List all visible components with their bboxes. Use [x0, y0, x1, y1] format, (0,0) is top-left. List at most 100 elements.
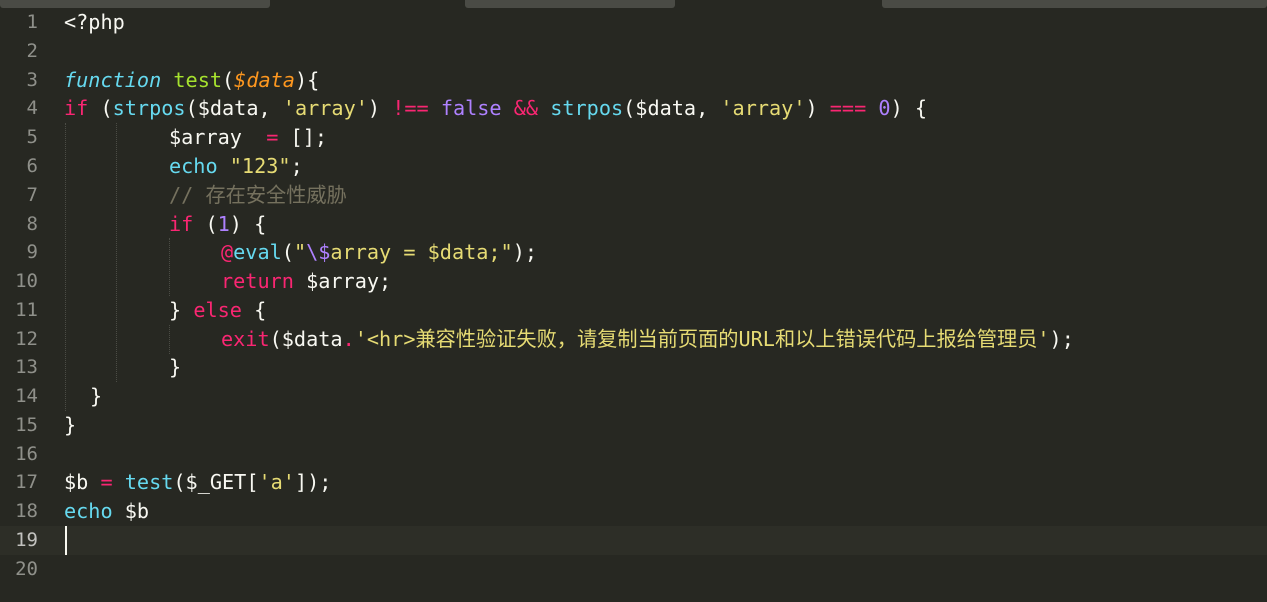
punctuation: ) {	[229, 212, 267, 236]
punctuation: {	[241, 298, 267, 322]
keyword: exit	[221, 327, 270, 351]
code-area[interactable]: <?php function test($data){ if (strpos($…	[64, 8, 1254, 602]
builtin-function: eval	[233, 240, 282, 264]
string: 'a'	[258, 470, 295, 494]
line-number: 13	[15, 356, 38, 378]
punctuation: }	[64, 413, 77, 437]
code-line-12: exit($data.'<hr>兼容性验证失败，请复制当前页面的URL和以上错误…	[221, 325, 1074, 354]
tab-bar	[0, 0, 1267, 8]
storage-keyword: function	[64, 68, 162, 92]
keyword: if	[64, 96, 89, 120]
code-line-11: } else {	[169, 296, 266, 325]
code-line-6: echo "123";	[169, 152, 303, 181]
line-number: 16	[15, 443, 38, 465]
string: 'array'	[282, 96, 368, 120]
code-line-8: if (1) {	[169, 210, 266, 239]
punctuation: ) {	[890, 96, 928, 120]
punctuation: );	[512, 240, 538, 264]
line-number: 14	[15, 385, 38, 407]
punctuation: }	[169, 298, 194, 322]
code-line-15: }	[64, 411, 76, 440]
code-line-7: // 存在安全性威胁	[169, 181, 347, 210]
builtin-function: strpos	[550, 96, 624, 120]
code-line-5: $array = [];	[169, 123, 327, 152]
function-name: test	[173, 68, 223, 92]
line-number: 1	[26, 11, 38, 33]
line-number: 2	[26, 40, 38, 62]
variable: $b	[64, 470, 101, 494]
string: "123"	[229, 154, 291, 178]
number: 0	[878, 96, 891, 120]
punctuation: );	[1049, 327, 1074, 351]
builtin-function: echo	[169, 154, 218, 178]
code-line-10: return $array;	[221, 267, 391, 296]
code-line-14: }	[90, 382, 102, 411]
line-number: 8	[26, 213, 38, 235]
punctuation: ;	[290, 154, 303, 178]
parameter: $data	[234, 68, 295, 92]
string: '<hr>兼容性验证失败，请复制当前页面的URL和以上错误代码上报给管理员'	[354, 327, 1050, 351]
keyword: else	[193, 298, 242, 322]
punctuation: (	[193, 212, 218, 236]
line-number: 6	[26, 155, 38, 177]
line-number: 17	[15, 471, 38, 493]
comment: // 存在安全性威胁	[169, 183, 347, 207]
argument: ($_GET[	[173, 470, 259, 494]
string: "	[293, 240, 307, 264]
operator: &&	[513, 96, 539, 120]
punctuation: ]);	[294, 470, 332, 494]
punctuation: )	[805, 96, 830, 120]
code-line-3: function test($data){	[64, 66, 319, 95]
line-number: 15	[15, 414, 38, 436]
code-line-1: <?php	[64, 8, 125, 37]
operator: .	[342, 327, 355, 351]
builtin-function: echo	[64, 499, 113, 523]
code-line-17: $b = test($_GET['a']);	[64, 468, 331, 497]
line-number: 5	[26, 126, 38, 148]
punctuation: )	[367, 96, 393, 120]
line-number: 18	[15, 500, 38, 522]
line-number: 11	[15, 299, 38, 321]
operator: !==	[392, 96, 429, 120]
escape-sequence: \$	[306, 240, 331, 264]
constant: false	[440, 96, 502, 120]
line-number: 20	[15, 558, 38, 580]
code-editor[interactable]: 1 2 3 4 5 6 7 8 9 10 11 12 13 14 15 16 1…	[0, 8, 1267, 602]
line-number-gutter: 1 2 3 4 5 6 7 8 9 10 11 12 13 14 15 16 1…	[0, 8, 50, 602]
function-call: test	[124, 470, 174, 494]
tab-left[interactable]	[0, 0, 270, 8]
line-number: 12	[15, 328, 38, 350]
punctuation: (	[222, 68, 235, 92]
punctuation: (	[281, 240, 294, 264]
punctuation: [];	[278, 125, 328, 149]
line-number: 4	[26, 97, 38, 119]
tab-middle[interactable]	[465, 0, 675, 8]
line-number-active: 19	[15, 529, 38, 551]
code-line-9: @eval("\$array = $data;");	[221, 238, 537, 267]
argument: ($data,	[623, 96, 721, 120]
operator: @	[221, 240, 234, 264]
code-line-13: }	[169, 353, 181, 382]
punctuation: }	[90, 384, 103, 408]
argument: ($data	[269, 327, 343, 351]
line-number: 3	[26, 69, 38, 91]
keyword: if	[169, 212, 194, 236]
number: 1	[217, 212, 230, 236]
variable: $array;	[293, 269, 392, 293]
builtin-function: strpos	[112, 96, 186, 120]
operator: =	[100, 470, 113, 494]
code-line-4: if (strpos($data, 'array') !== false && …	[64, 94, 927, 123]
variable: $array	[169, 125, 267, 149]
keyword: return	[221, 269, 294, 293]
argument: ($data,	[185, 96, 283, 120]
punctuation: (	[88, 96, 113, 120]
tab-right[interactable]	[882, 0, 1267, 8]
line-number: 9	[26, 241, 38, 263]
